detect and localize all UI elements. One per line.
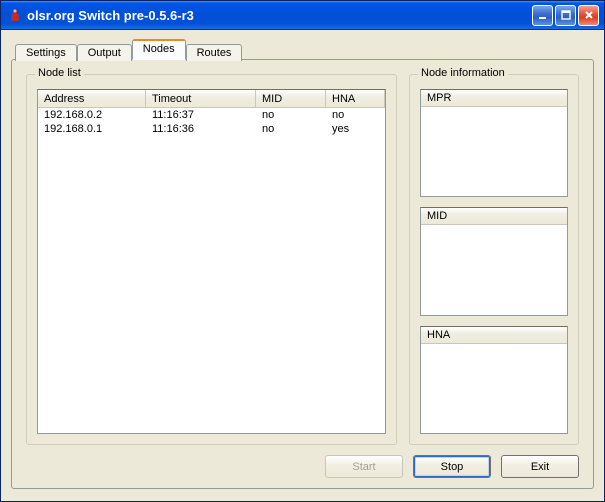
col-address[interactable]: Address [38, 90, 146, 107]
tab-panel-nodes: Node list Address Timeout MID HNA 192.16… [11, 59, 594, 489]
mid-label: MID [421, 208, 567, 225]
app-icon [7, 7, 23, 23]
tab-nodes[interactable]: Nodes [132, 39, 186, 60]
col-hna[interactable]: HNA [326, 90, 385, 107]
col-mid[interactable]: MID [256, 90, 326, 107]
node-info-label: Node information [418, 67, 508, 79]
maximize-button[interactable] [555, 5, 576, 26]
minimize-button[interactable] [532, 5, 553, 26]
tab-routes[interactable]: Routes [186, 44, 243, 61]
window-title: olsr.org Switch pre-0.5.6-r3 [27, 8, 532, 23]
cell-timeout: 11:16:36 [146, 122, 256, 136]
mpr-label: MPR [421, 90, 567, 107]
node-list-body: 192.168.0.2 11:16:37 no no 192.168.0.1 1… [38, 108, 385, 433]
app-window: olsr.org Switch pre-0.5.6-r3 Settings Ou… [0, 0, 605, 502]
hna-label: HNA [421, 327, 567, 344]
cell-address: 192.168.0.2 [38, 108, 146, 122]
cell-mid: no [256, 108, 326, 122]
close-button[interactable] [578, 5, 599, 26]
mid-box[interactable]: MID [420, 207, 568, 315]
titlebar[interactable]: olsr.org Switch pre-0.5.6-r3 [1, 1, 604, 30]
cell-hna: yes [326, 122, 385, 136]
tab-output[interactable]: Output [77, 44, 132, 61]
mpr-box[interactable]: MPR [420, 89, 568, 197]
node-list[interactable]: Address Timeout MID HNA 192.168.0.2 11:1… [37, 89, 386, 434]
client-area: Settings Output Nodes Routes Node list A… [1, 30, 604, 501]
table-row[interactable]: 192.168.0.1 11:16:36 no yes [38, 122, 385, 136]
cell-mid: no [256, 122, 326, 136]
cell-timeout: 11:16:37 [146, 108, 256, 122]
node-info-group: Node information MPR MID HNA [409, 74, 579, 445]
button-row: Start Stop Exit [26, 455, 579, 478]
stop-button[interactable]: Stop [413, 455, 491, 478]
node-list-label: Node list [35, 67, 84, 79]
cell-address: 192.168.0.1 [38, 122, 146, 136]
start-button[interactable]: Start [325, 455, 403, 478]
titlebar-buttons [532, 5, 604, 26]
node-list-header: Address Timeout MID HNA [38, 90, 385, 108]
node-list-group: Node list Address Timeout MID HNA 192.16… [26, 74, 397, 445]
table-row[interactable]: 192.168.0.2 11:16:37 no no [38, 108, 385, 122]
exit-button[interactable]: Exit [501, 455, 579, 478]
hna-box[interactable]: HNA [420, 326, 568, 434]
tabstrip: Settings Output Nodes Routes [11, 38, 594, 59]
cell-hna: no [326, 108, 385, 122]
tab-settings[interactable]: Settings [15, 44, 77, 61]
col-timeout[interactable]: Timeout [146, 90, 256, 107]
